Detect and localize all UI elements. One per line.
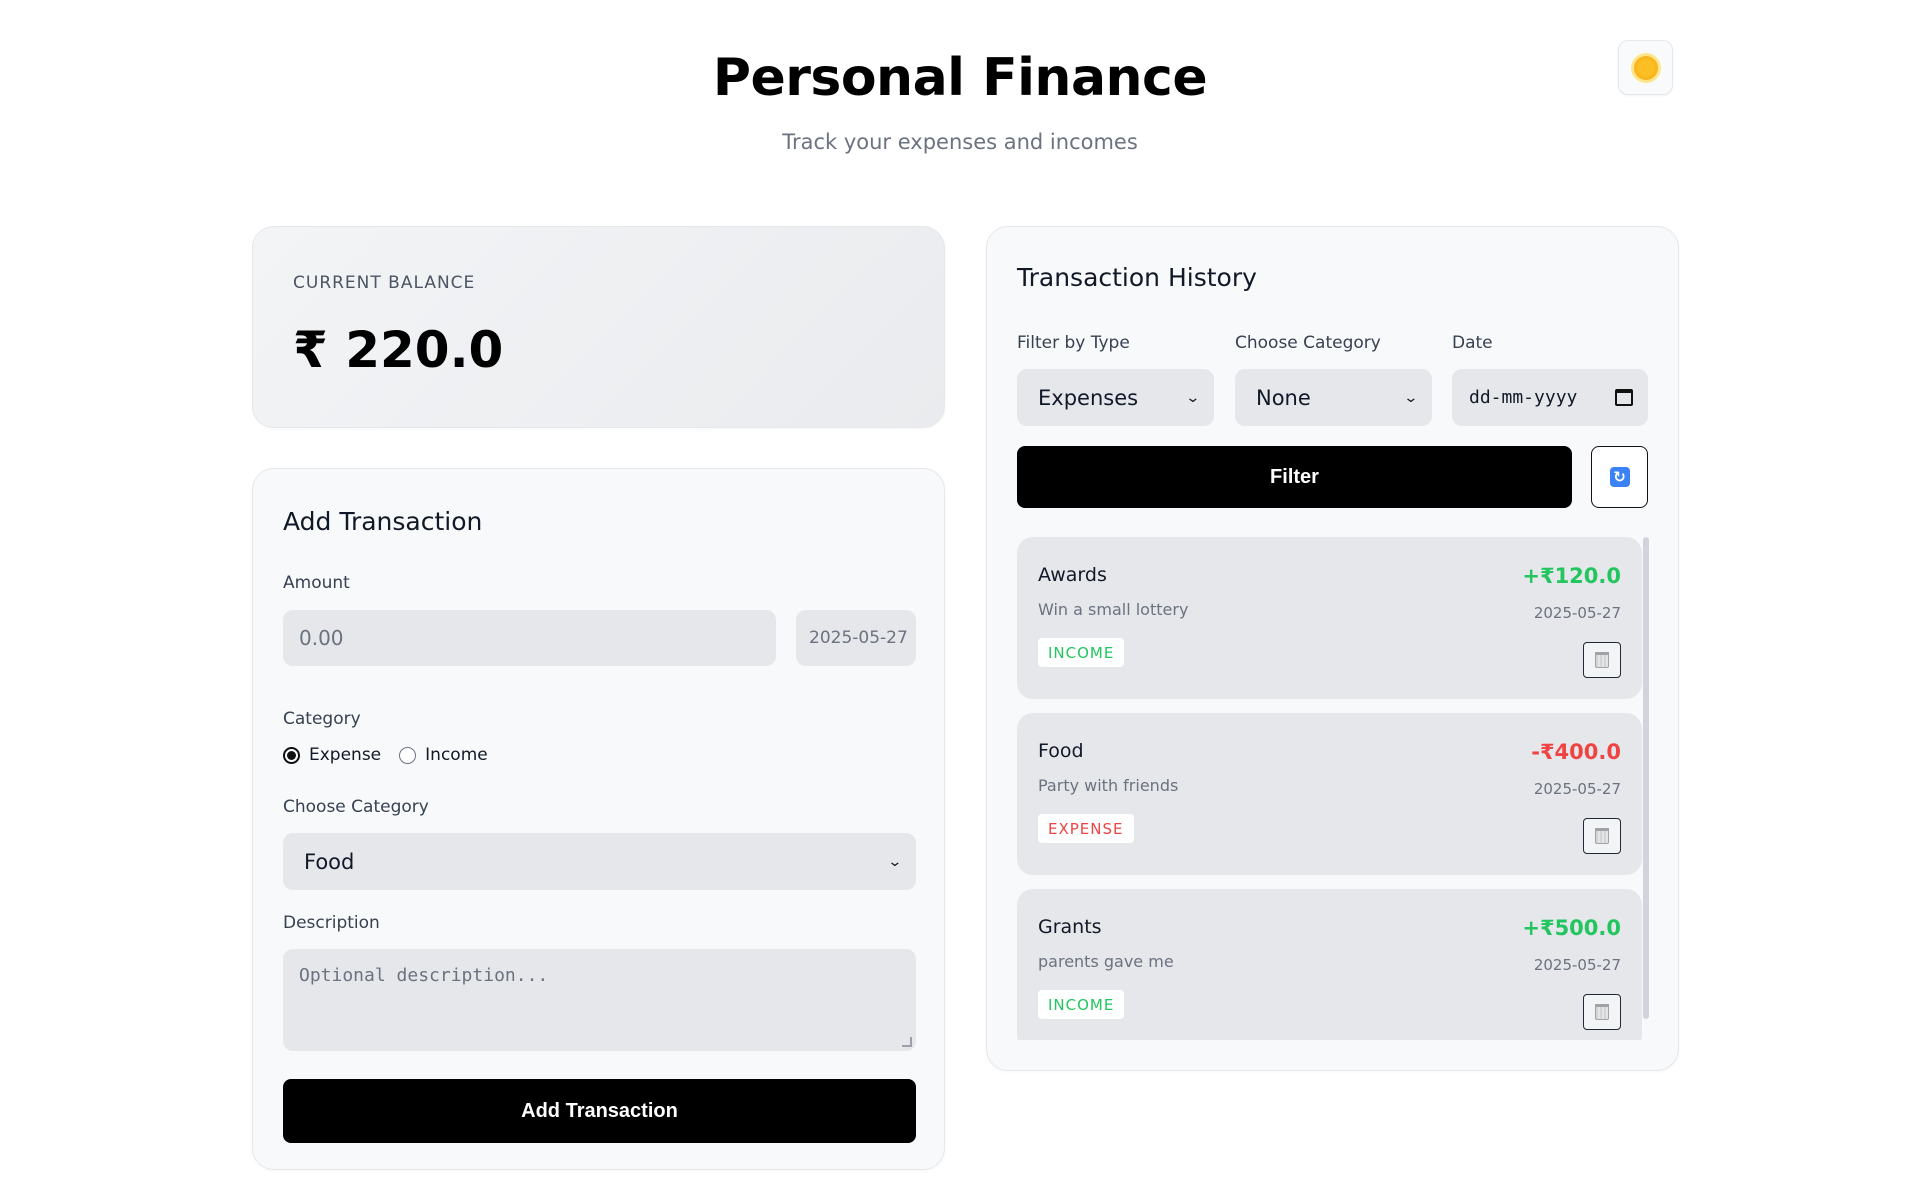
transaction-list: Awards Win a small lottery +₹120.0 2025-… (1017, 537, 1642, 1040)
balance-value: ₹ 220.0 (293, 321, 504, 379)
delete-button[interactable] (1583, 818, 1621, 854)
delete-button[interactable] (1583, 642, 1621, 678)
balance-card: CURRENT BALANCE ₹ 220.0 (252, 226, 945, 428)
trash-icon (1595, 1004, 1609, 1020)
income-radio-label[interactable]: Income (425, 745, 488, 765)
income-radio[interactable] (399, 746, 417, 764)
amount-label: Amount (283, 573, 350, 593)
transaction-name: Food (1038, 740, 1084, 762)
transaction-description: parents gave me (1038, 952, 1174, 971)
description-label: Description (283, 913, 380, 933)
category-select[interactable]: Food ⌄ (283, 833, 916, 890)
transaction-name: Awards (1038, 564, 1107, 586)
sun-icon (1633, 55, 1658, 80)
filter-type-label: Filter by Type (1017, 333, 1130, 353)
transaction-type-badge: EXPENSE (1038, 814, 1134, 843)
type-radio-group: Expense Income (283, 745, 506, 765)
calendar-icon[interactable] (1615, 389, 1633, 406)
add-transaction-button[interactable]: Add Transaction (283, 1079, 916, 1143)
filter-date-label: Date (1452, 333, 1493, 353)
description-placeholder: Optional description... (299, 965, 549, 986)
chevron-down-icon: ⌄ (887, 853, 903, 870)
expense-radio-label[interactable]: Expense (309, 745, 381, 765)
filter-button[interactable]: Filter (1017, 446, 1572, 508)
transaction-list-scrollbar[interactable] (1643, 537, 1649, 1019)
transaction-item: Food Party with friends -₹400.0 2025-05-… (1017, 713, 1642, 875)
page-subtitle: Track your expenses and incomes (782, 130, 1138, 154)
balance-label: CURRENT BALANCE (293, 273, 476, 293)
filter-date-placeholder: dd-mm-yyyy (1469, 387, 1578, 408)
chevron-down-icon: ⌄ (1403, 389, 1419, 406)
delete-button[interactable] (1583, 994, 1621, 1030)
transaction-type-badge: INCOME (1038, 638, 1125, 667)
theme-toggle-button[interactable] (1618, 40, 1673, 95)
chevron-down-icon: ⌄ (1185, 389, 1201, 406)
history-title: Transaction History (1017, 263, 1257, 292)
refresh-icon: ↻ (1609, 467, 1630, 487)
filter-category-value: None (1256, 385, 1311, 410)
filter-type-value: Expenses (1038, 385, 1139, 410)
filter-type-select[interactable]: Expenses ⌄ (1017, 369, 1214, 426)
filter-category-select[interactable]: None ⌄ (1235, 369, 1432, 426)
transaction-name: Grants (1038, 916, 1102, 938)
filter-category-label: Choose Category (1235, 333, 1381, 353)
expense-radio[interactable] (283, 746, 300, 764)
add-transaction-title: Add Transaction (283, 507, 483, 536)
amount-input[interactable]: 0.00 (283, 610, 776, 666)
transaction-date: 2025-05-27 (1533, 604, 1621, 622)
transaction-date: 2025-05-27 (1533, 780, 1621, 798)
transaction-description: Win a small lottery (1038, 600, 1189, 619)
trash-icon (1595, 652, 1609, 668)
transaction-amount: +₹500.0 (1522, 916, 1621, 940)
transaction-date: 2025-05-27 (1533, 956, 1621, 974)
transaction-item: Grants parents gave me +₹500.0 2025-05-2… (1017, 889, 1642, 1040)
transaction-item: Awards Win a small lottery +₹120.0 2025-… (1017, 537, 1642, 699)
category-label: Category (283, 709, 361, 729)
add-transaction-card: Add Transaction Amount 0.00 2025-05-27 C… (252, 468, 945, 1170)
refresh-button[interactable]: ↻ (1591, 446, 1648, 508)
transaction-amount: +₹120.0 (1522, 564, 1621, 588)
transaction-date-input[interactable]: 2025-05-27 (796, 610, 916, 666)
trash-icon (1595, 828, 1609, 844)
category-select-value: Food (304, 849, 355, 874)
resize-handle-icon[interactable] (902, 1037, 912, 1047)
description-textarea[interactable]: Optional description... (283, 949, 916, 1051)
transaction-amount: -₹400.0 (1531, 740, 1621, 764)
filter-date-input[interactable]: dd-mm-yyyy (1452, 369, 1648, 426)
choose-category-label: Choose Category (283, 797, 429, 817)
transaction-type-badge: INCOME (1038, 990, 1125, 1019)
transaction-description: Party with friends (1038, 776, 1179, 795)
transaction-history-card: Transaction History Filter by Type Choos… (986, 226, 1679, 1071)
